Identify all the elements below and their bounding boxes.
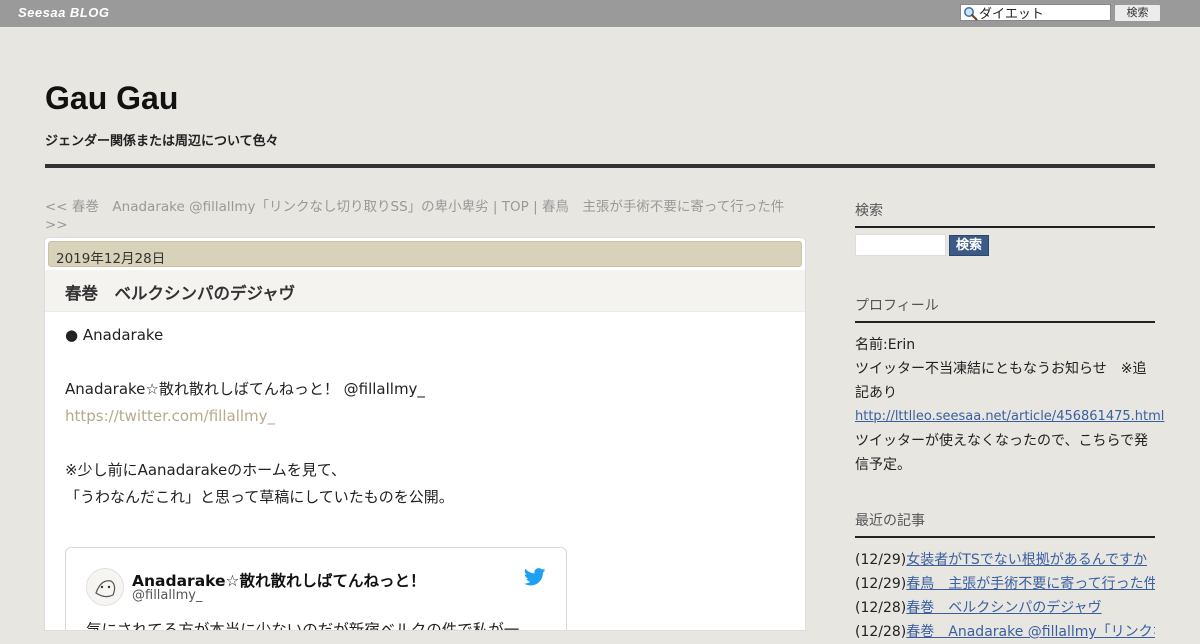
article-title[interactable]: 春巻 ベルクシンパのデジャヴ — [65, 280, 295, 304]
top-link[interactable]: TOP — [502, 199, 529, 215]
article-title-bar: 春巻 ベルクシンパのデジャヴ — [45, 270, 805, 312]
recent-article-link[interactable]: 女装者がTSでない根拠があるんですか — [906, 552, 1147, 568]
sidebar-search-button[interactable]: 検索 — [949, 235, 989, 256]
top-search-field[interactable] — [960, 4, 1111, 21]
sidebar-search-input[interactable] — [855, 234, 946, 256]
profile-note: ツイッターが使えなくなったので、こちらで発信予定。 — [855, 433, 1149, 473]
header-divider — [45, 164, 1155, 168]
profile-notice-link[interactable]: http://lttlleo.seesaa.net/article/456861… — [855, 405, 1164, 429]
body-line: ● Anadarake — [65, 326, 164, 344]
article-date: 2019年12月28日 — [56, 251, 166, 267]
sidebar-recent-section: 最近の記事 (12/29)女装者がTSでない根拠があるんですか (12/29)春… — [855, 510, 1155, 644]
tweet-text: 気にされてる方が本当に少ないのだが新宿ベルクの件で私が一 — [86, 621, 520, 630]
magnifier-icon — [964, 7, 978, 21]
sidebar-profile-heading: プロフィール — [855, 295, 1155, 323]
recent-article-item: (12/28)春巻 ベルクシンパのデジャヴ — [855, 596, 1155, 620]
article-body: ● Anadarake Anadarake☆散れ散れしばてんねっと！ @fill… — [65, 322, 785, 511]
recent-article-item: (12/28)春巻 Anadarake @fillallmy「リンクな — [855, 620, 1155, 644]
twitter-profile-link[interactable]: https://twitter.com/fillallmy_ — [65, 403, 785, 430]
blog-subtitle: ジェンダー関係または周辺について色々 — [45, 134, 279, 149]
profile-name: 名前:Erin — [855, 337, 916, 353]
profile-body: 名前:Erin ツイッター不当凍結にともなうお知らせ ※追記あり http://… — [855, 333, 1164, 477]
body-line: ※少し前にAanadarakeのホームを見て、 — [65, 461, 346, 479]
recent-article-date: (12/29) — [855, 552, 907, 568]
recent-article-link[interactable]: 春巻 ベルクシンパのデジャヴ — [906, 600, 1101, 616]
sidebar-recent-heading: 最近の記事 — [855, 510, 1155, 538]
recent-article-item: (12/29)女装者がTSでない根拠があるんですか — [855, 548, 1155, 572]
embedded-tweet[interactable]: Anadarake☆散れ散れしばてんねっと！ @fillallmy_ 気にされて… — [65, 547, 567, 630]
profile-notice: ツイッター不当凍結にともなうお知らせ ※追記あり — [855, 361, 1147, 401]
nav-separator: | — [488, 199, 502, 215]
article: 2019年12月28日 春巻 ベルクシンパのデジャヴ ● Anadarake A… — [45, 238, 805, 630]
top-bar: Seesaa BLOG 検索 — [0, 0, 1200, 27]
recent-article-date: (12/28) — [855, 600, 907, 616]
blog-title[interactable]: Gau Gau — [45, 80, 178, 117]
seesaa-blog-logo[interactable]: Seesaa BLOG — [18, 5, 110, 20]
recent-article-link[interactable]: 春巻 Anadarake @fillallmy「リンクな — [906, 624, 1155, 640]
article-date-bar: 2019年12月28日 — [48, 241, 802, 267]
top-search-input[interactable] — [979, 5, 1107, 20]
sidebar-profile-section: プロフィール 名前:Erin ツイッター不当凍結にともなうお知らせ ※追記あり … — [855, 295, 1164, 477]
recent-article-date: (12/29) — [855, 576, 907, 592]
sidebar-search-heading: 検索 — [855, 200, 1155, 228]
recent-article-date: (12/28) — [855, 624, 907, 640]
nav-separator: | — [528, 199, 542, 215]
body-line: Anadarake☆散れ散れしばてんねっと！ @fillallmy_ — [65, 380, 425, 398]
tweet-author-handle[interactable]: @fillallmy_ — [132, 588, 202, 603]
recent-article-link[interactable]: 春鳥 主張が手術不要に寄って行った件 — [906, 576, 1155, 592]
sidebar-search-section: 検索 — [855, 200, 1155, 228]
top-search-button[interactable]: 検索 — [1114, 4, 1161, 22]
prev-article-link[interactable]: << 春巻 Anadarake @fillallmy「リンクなし切り取りSS」の… — [45, 199, 489, 215]
twitter-bird-icon[interactable] — [524, 568, 546, 586]
article-navigation: << 春巻 Anadarake @fillallmy「リンクなし切り取りSS」の… — [45, 198, 805, 234]
avatar-illustration-icon — [87, 569, 123, 605]
body-line: 「うわなんだこれ」と思って草稿にしていたものを公開。 — [65, 488, 454, 506]
recent-article-item: (12/29)春鳥 主張が手術不要に寄って行った件 — [855, 572, 1155, 596]
tweet-avatar[interactable] — [86, 568, 124, 606]
